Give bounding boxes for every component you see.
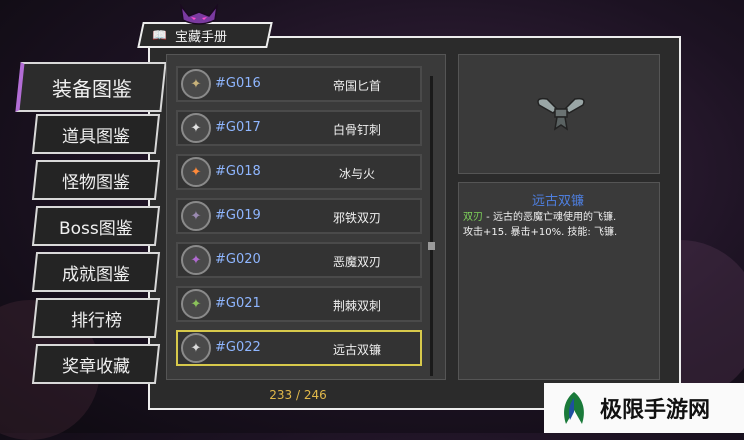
- list-item[interactable]: ✦ #G019 邪铁双刃: [176, 198, 422, 234]
- tab-monsters[interactable]: 怪物图鉴: [31, 160, 161, 200]
- dagger-icon: ✦: [181, 69, 211, 99]
- list-item[interactable]: ✦ #G020 恶魔双刃: [176, 242, 422, 278]
- panel-title-text: 宝藏手册: [174, 29, 227, 45]
- tab-items[interactable]: 道具图鉴: [31, 114, 161, 154]
- scythe-icon: ✦: [181, 333, 211, 363]
- demon-blade-icon: ✦: [181, 245, 211, 275]
- list-scrollbar[interactable]: [430, 76, 433, 376]
- tab-achievements[interactable]: 成就图鉴: [31, 252, 161, 292]
- list-item[interactable]: ✦ #G018 冰与火: [176, 154, 422, 190]
- item-description: 双刃 - 远古的恶魔亡魂使用的飞镰. 攻击+15. 暴击+10%. 技能: 飞镰…: [463, 212, 618, 238]
- list-item-selected[interactable]: ✦ #G022 远古双镰: [176, 330, 422, 366]
- list-item[interactable]: ✦ #G021 荆棘双刺: [176, 286, 422, 322]
- bone-blade-icon: ✦: [181, 113, 211, 143]
- book-icon: 📖: [152, 28, 167, 42]
- item-preview: [458, 54, 660, 174]
- list-item[interactable]: ✦ #G017 白骨钉刺: [176, 110, 422, 146]
- panel-title: 📖 宝藏手册: [146, 24, 266, 46]
- item-title: 远古双镰: [531, 194, 584, 209]
- demon-head-icon: [179, 4, 219, 25]
- collection-count: 233 / 246: [269, 388, 327, 402]
- watermark-logo-icon: [564, 392, 584, 424]
- site-watermark: 极限手游网: [544, 383, 744, 433]
- tab-equipment[interactable]: 装备图鉴: [15, 62, 167, 112]
- tab-boss[interactable]: Boss图鉴: [31, 206, 161, 246]
- watermark-text: 极限手游网: [600, 397, 711, 423]
- tab-medals[interactable]: 奖章收藏: [31, 344, 161, 384]
- scythe-icon: [537, 97, 585, 131]
- fire-ice-blade-icon: ✦: [181, 157, 211, 187]
- thorn-blade-icon: ✦: [181, 289, 211, 319]
- dual-blade-icon: ✦: [181, 201, 211, 231]
- scrollbar-thumb[interactable]: [428, 242, 435, 250]
- list-item[interactable]: ✦ #G016 帝国匕首: [176, 66, 422, 102]
- tab-leaderboard[interactable]: 排行榜: [31, 298, 161, 338]
